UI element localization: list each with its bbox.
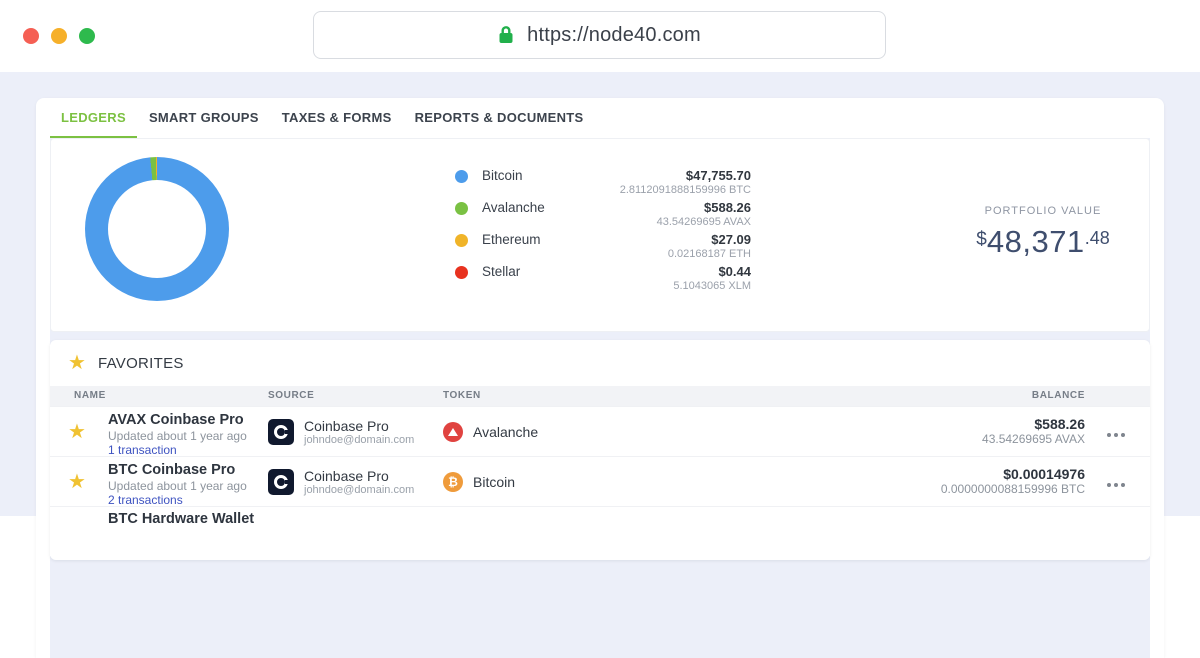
tab-smart-groups[interactable]: SMART GROUPS: [138, 98, 270, 138]
source-name: Coinbase Pro: [304, 468, 414, 484]
legend-usd-value: $0.44: [673, 264, 751, 279]
legend-token-amount: 5.1043065 XLM: [673, 279, 751, 293]
tab-reports-documents[interactable]: REPORTS & DOCUMENTS: [404, 98, 595, 138]
ledger-name-block: BTC Hardware Wallet: [108, 511, 254, 528]
page-background: LEDGERS SMART GROUPS TAXES & FORMS REPOR…: [0, 72, 1200, 516]
balance-amount: 43.54269695 AVAX: [982, 432, 1085, 447]
column-header-name: NAME: [74, 390, 106, 401]
ledger-name-block: BTC Coinbase Pro Updated about 1 year ag…: [108, 462, 247, 507]
portfolio-value-cents: .48: [1085, 228, 1110, 248]
balance-usd: $0.00014976: [941, 466, 1085, 482]
token-name: Avalanche: [473, 424, 538, 440]
ledger-name: AVAX Coinbase Pro: [108, 412, 247, 429]
ledger-updated: Updated about 1 year ago: [108, 479, 247, 493]
favorite-star-toggle[interactable]: ★: [68, 472, 86, 492]
favorites-title: FAVORITES: [98, 355, 184, 372]
legend-usd-value: $47,755.70: [620, 168, 751, 183]
favorite-star-toggle[interactable]: ★: [68, 422, 86, 442]
legend-usd-value: $27.09: [668, 232, 751, 247]
source-block: Coinbase Pro johndoe@domain.com: [268, 457, 414, 507]
legend-label: Stellar: [482, 264, 520, 280]
legend-label: Ethereum: [482, 232, 541, 248]
token-name: Bitcoin: [473, 474, 515, 490]
ledger-updated: Updated about 1 year ago: [108, 429, 247, 443]
favorites-star-icon: ★: [68, 353, 86, 373]
bitcoin-dot-icon: [455, 170, 468, 183]
tab-ledgers[interactable]: LEDGERS: [50, 98, 137, 138]
portfolio-value-block: PORTFOLIO VALUE $48,371.48: [931, 205, 1155, 260]
ledger-name: BTC Hardware Wallet: [108, 511, 254, 528]
favorites-header: ★ FAVORITES: [50, 340, 1150, 386]
source-block: Coinbase Pro johndoe@domain.com: [268, 407, 414, 457]
favorites-panel: ★ FAVORITES NAME SOURCE TOKEN BALANCE ★ …: [50, 340, 1150, 560]
avalanche-dot-icon: [455, 202, 468, 215]
token-block: Avalanche: [443, 407, 538, 457]
source-email: johndoe@domain.com: [304, 484, 414, 497]
browser-bar: https://node40.com: [0, 0, 1200, 72]
donut-hole: [108, 180, 206, 278]
url-text: https://node40.com: [527, 24, 701, 47]
address-bar[interactable]: https://node40.com: [313, 11, 886, 59]
tab-taxes-forms[interactable]: TAXES & FORMS: [271, 98, 403, 138]
legend-item-ethereum: Ethereum $27.09 0.02168187 ETH: [455, 232, 751, 264]
legend-item-stellar: Stellar $0.44 5.1043065 XLM: [455, 264, 751, 296]
tab-bar: LEDGERS SMART GROUPS TAXES & FORMS REPOR…: [50, 98, 1150, 138]
lock-icon: [498, 25, 514, 45]
favorites-table-header: NAME SOURCE TOKEN BALANCE: [50, 386, 1150, 406]
window-maximize-button[interactable]: [79, 28, 95, 44]
column-header-token: TOKEN: [443, 390, 481, 401]
window-minimize-button[interactable]: [51, 28, 67, 44]
table-row-btc-coinbase-pro[interactable]: ★ BTC Coinbase Pro Updated about 1 year …: [50, 456, 1150, 506]
token-block: ₿ Bitcoin: [443, 457, 515, 507]
stellar-dot-icon: [455, 266, 468, 279]
coinbase-pro-icon: [268, 419, 294, 445]
source-email: johndoe@domain.com: [304, 434, 414, 447]
column-header-balance: BALANCE: [1032, 390, 1085, 401]
allocation-donut-chart: [85, 157, 229, 301]
portfolio-value-amount: $48,371.48: [931, 224, 1155, 260]
balance-amount: 0.0000000088159996 BTC: [941, 482, 1085, 497]
balance-block: $588.26 43.54269695 AVAX: [982, 416, 1085, 447]
currency-symbol: $: [976, 229, 987, 250]
avalanche-token-icon: [443, 422, 463, 442]
ledger-name: BTC Coinbase Pro: [108, 462, 247, 479]
legend-item-avalanche: Avalanche $588.26 43.54269695 AVAX: [455, 200, 751, 232]
column-header-source: SOURCE: [268, 390, 314, 401]
legend-usd-value: $588.26: [657, 200, 751, 215]
ledger-name-block: AVAX Coinbase Pro Updated about 1 year a…: [108, 412, 247, 457]
table-row-btc-hardware-wallet[interactable]: BTC Hardware Wallet: [50, 506, 1150, 556]
coinbase-pro-icon: [268, 469, 294, 495]
row-actions-menu-icon[interactable]: [1107, 480, 1125, 490]
transactions-link[interactable]: 1 transaction: [108, 443, 247, 457]
portfolio-summary-panel: Bitcoin $47,755.70 2.8112091888159996 BT…: [50, 138, 1150, 332]
legend-label: Bitcoin: [482, 168, 523, 184]
table-row-avax-coinbase-pro[interactable]: ★ AVAX Coinbase Pro Updated about 1 year…: [50, 406, 1150, 456]
transactions-link[interactable]: 2 transactions: [108, 493, 247, 507]
legend-token-amount: 43.54269695 AVAX: [657, 215, 751, 229]
source-name: Coinbase Pro: [304, 418, 414, 434]
legend-token-amount: 0.02168187 ETH: [668, 247, 751, 261]
legend-token-amount: 2.8112091888159996 BTC: [620, 183, 751, 197]
ethereum-dot-icon: [455, 234, 468, 247]
main-card: LEDGERS SMART GROUPS TAXES & FORMS REPOR…: [36, 98, 1164, 658]
window-close-button[interactable]: [23, 28, 39, 44]
chart-legend: Bitcoin $47,755.70 2.8112091888159996 BT…: [455, 168, 751, 296]
bitcoin-token-icon: ₿: [443, 472, 463, 492]
row-actions-menu-icon[interactable]: [1107, 430, 1125, 440]
portfolio-value-label: PORTFOLIO VALUE: [931, 205, 1155, 217]
portfolio-value-main: 48,371: [987, 224, 1085, 259]
balance-block: $0.00014976 0.0000000088159996 BTC: [941, 466, 1085, 497]
legend-label: Avalanche: [482, 200, 545, 216]
content-area: Bitcoin $47,755.70 2.8112091888159996 BT…: [50, 138, 1150, 658]
balance-usd: $588.26: [982, 416, 1085, 432]
legend-item-bitcoin: Bitcoin $47,755.70 2.8112091888159996 BT…: [455, 168, 751, 200]
